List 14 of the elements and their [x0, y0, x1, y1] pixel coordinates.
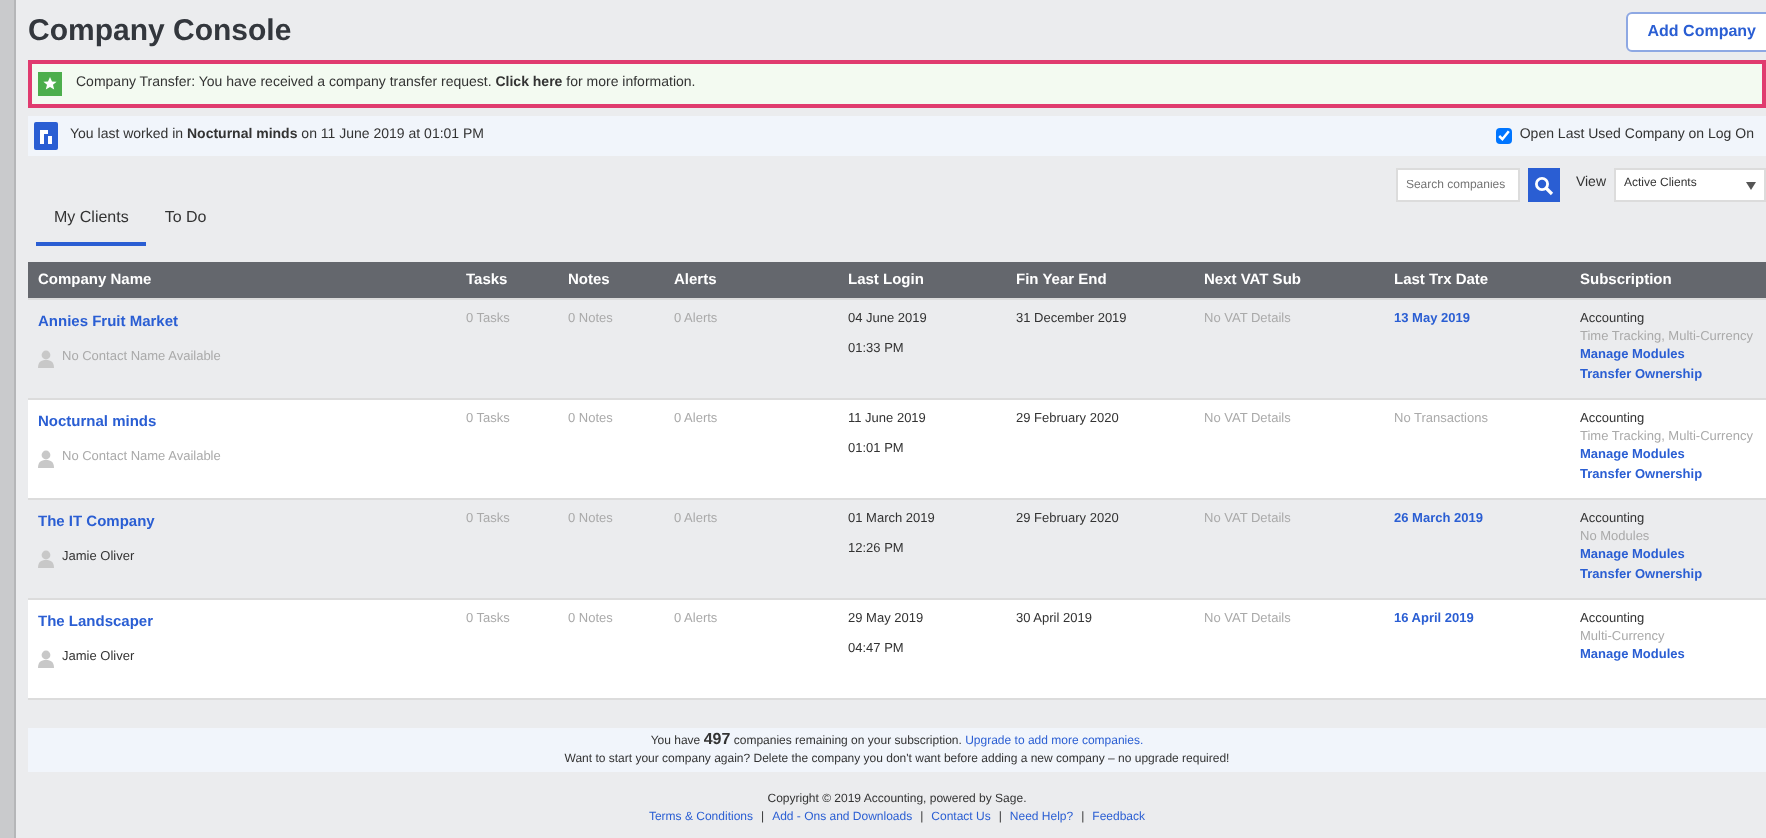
- search-icon: [1533, 175, 1554, 195]
- person-icon: [38, 549, 54, 568]
- company-icon: [34, 122, 58, 150]
- add-company-button[interactable]: Add Company: [1625, 12, 1766, 52]
- person-icon: [38, 449, 54, 468]
- search-button[interactable]: [1527, 168, 1560, 202]
- open-last-used-checkbox[interactable]: [1495, 128, 1512, 144]
- person-icon: [38, 649, 54, 668]
- tab[interactable]: My Clients: [36, 198, 147, 246]
- page-title: Company Console: [28, 14, 292, 50]
- star-icon: [38, 72, 62, 96]
- caret-icon: [1746, 181, 1756, 189]
- tab[interactable]: To Do: [146, 198, 225, 246]
- person-icon: [38, 349, 54, 368]
